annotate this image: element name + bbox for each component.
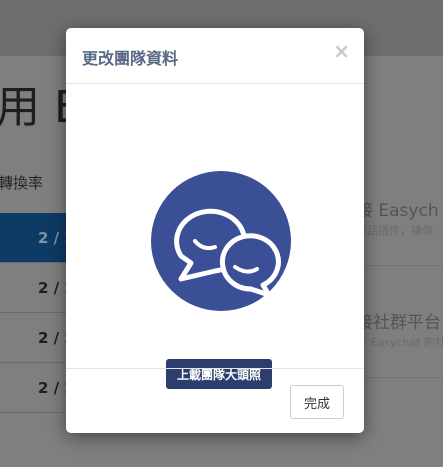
conversion-rate-header: 轉換率 [0,174,44,192]
chat-bubbles-icon[interactable] [151,171,291,311]
done-button[interactable]: 完成 [290,385,344,419]
modal-footer: 完成 [66,368,364,433]
card-subtitle: 在 Easychat 的社 [356,336,443,349]
modal-title: 更改團隊資料 [82,49,179,68]
table-row[interactable]: 2 / 2 [0,213,75,263]
modal-header: 更改團隊資料 × [66,28,364,84]
modal-body: 上載團隊大頭照 [66,84,364,389]
table-row[interactable]: 2 / 2 [0,363,75,413]
close-icon[interactable]: × [333,41,350,61]
card-subtitle: 聊話插件，讓你 [356,224,433,237]
card-title: 接社群平台 [356,313,441,333]
table-row[interactable]: 2 / 2 [0,313,75,363]
edit-team-modal: 更改團隊資料 × 上載團隊大頭照 完成 [66,28,364,433]
table-row[interactable]: 2 / 2 [0,263,75,313]
card-title: 接 Easych [356,201,439,221]
